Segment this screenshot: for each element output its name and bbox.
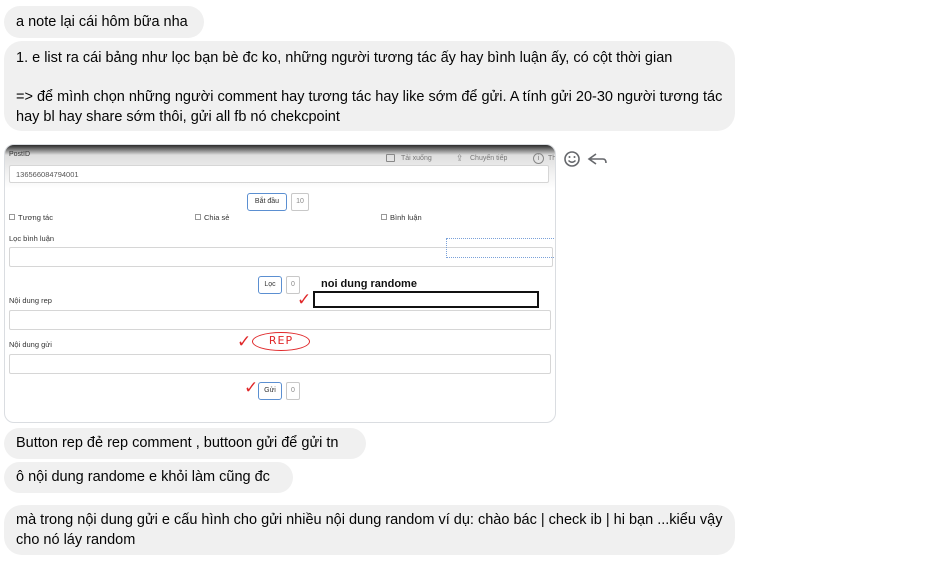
message-line-2: => để mình chọn những người comment hay … — [16, 89, 723, 125]
info-icon[interactable]: i — [533, 153, 544, 164]
postid-field[interactable]: 136566084794001 — [9, 165, 549, 183]
send-count-field[interactable]: 0 — [286, 382, 300, 400]
send-content-label: Nội dung gửi — [9, 340, 52, 349]
image-top-shadow — [5, 145, 555, 155]
attached-screenshot-image[interactable]: PostID 136566084794001 Tải xuống ⇪ Chuyể… — [4, 144, 556, 423]
start-button[interactable]: Bắt đầu — [247, 193, 287, 211]
message-bubble-buttons: Button rep đẻ rep comment , buttoon gửi … — [4, 428, 366, 459]
comment-checkbox[interactable] — [381, 214, 387, 220]
message-text: Button rep đẻ rep comment , buttoon gửi … — [16, 435, 339, 451]
interact-checkbox[interactable] — [9, 214, 15, 220]
message-bubble-config: mà trong nội dung gửi e cấu hình cho gửi… — [4, 505, 735, 555]
forward-icon[interactable]: ⇪ — [456, 153, 464, 164]
message-text: ô nội dung randome e khỏi làm cũng đc — [16, 469, 270, 485]
forward-label[interactable]: Chuyển tiếp — [470, 155, 507, 162]
start-count-field[interactable]: 10 — [291, 193, 309, 211]
random-content-field[interactable] — [313, 291, 539, 308]
rep-content-field[interactable] — [9, 310, 551, 330]
message-bubble-note: a note lại cái hôm bữa nha — [4, 6, 204, 38]
postid-value: 136566084794001 — [16, 170, 79, 179]
annotation-random-label: noi dung randome — [321, 278, 417, 290]
red-checkmark-icon: ✓ — [297, 290, 312, 310]
reply-icon — [587, 153, 607, 165]
send-content-field[interactable] — [9, 354, 551, 374]
download-icon[interactable] — [386, 154, 395, 162]
share-checkbox-label: Chia sẻ — [204, 213, 230, 222]
filter-button[interactable]: Lọc — [258, 276, 282, 294]
message-text: a note lại cái hôm bữa nha — [16, 14, 188, 30]
message-line-1: 1. e list ra cái bảng như lọc bạn bè đc … — [16, 50, 673, 66]
info-label[interactable]: Th — [548, 155, 555, 162]
red-checkmark-icon: ✓ — [237, 332, 252, 352]
filter-comment-label: Lọc bình luận — [9, 234, 55, 243]
message-bubble-random: ô nội dung randome e khỏi làm cũng đc — [4, 462, 293, 493]
postid-label: PostID — [9, 151, 31, 158]
message-actions — [563, 150, 607, 173]
download-label[interactable]: Tải xuống — [401, 155, 432, 162]
send-button[interactable]: Gửi — [258, 382, 282, 400]
rep-content-label: Nội dung rep — [9, 296, 52, 305]
share-checkbox[interactable] — [195, 214, 201, 220]
comment-checkbox-label: Bình luận — [390, 213, 422, 222]
message-bubble-requirements: 1. e list ra cái bảng như lọc bạn bè đc … — [4, 41, 735, 131]
message-text: mà trong nội dung gửi e cấu hình cho gửi… — [16, 512, 723, 548]
selection-handles — [446, 238, 555, 258]
rep-annotation-oval: REP — [252, 332, 310, 351]
interact-checkbox-label: Tương tác — [18, 213, 53, 222]
red-checkmark-icon: ✓ — [244, 378, 259, 398]
smile-icon[interactable] — [563, 150, 607, 168]
